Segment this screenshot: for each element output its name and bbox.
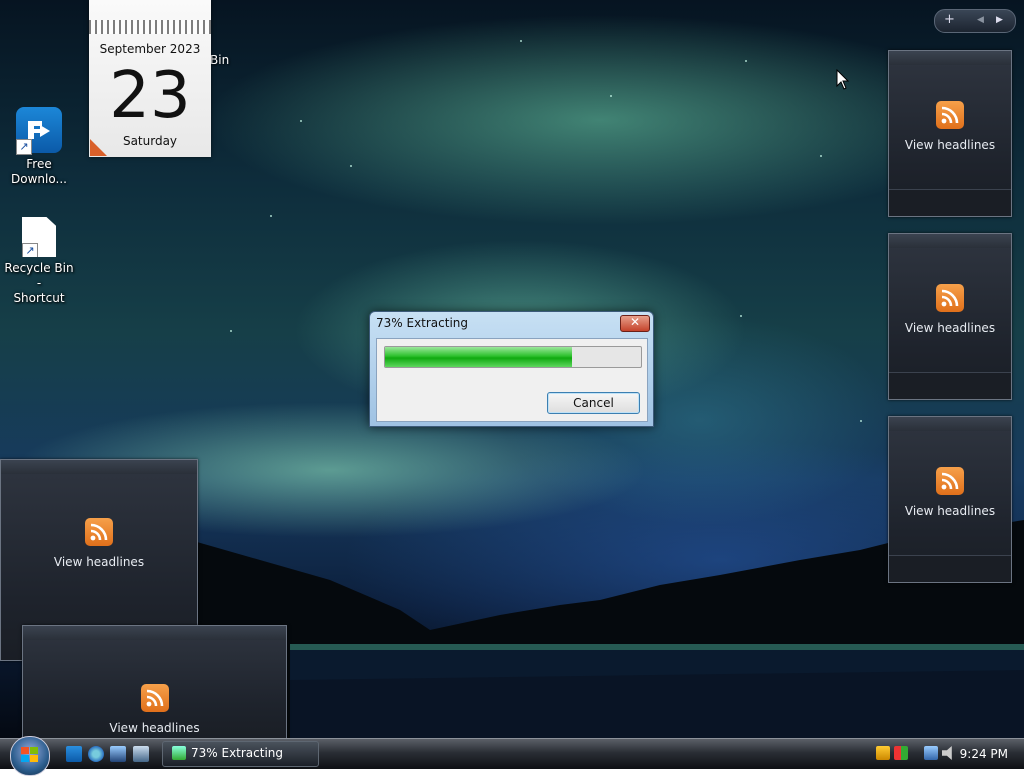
feed-headlines-gadget[interactable]: View headlines (22, 625, 287, 739)
taskbar-clock[interactable]: 9:24 PM (960, 747, 1008, 761)
view-headlines-label[interactable]: View headlines (23, 721, 286, 735)
close-icon: ✕ (629, 315, 641, 329)
view-headlines-label[interactable]: View headlines (889, 138, 1011, 152)
view-headlines-label[interactable]: View headlines (1, 555, 197, 569)
calendar-binding-rings (89, 20, 211, 34)
download-app-icon: ↗ (16, 107, 62, 155)
view-headlines-label[interactable]: View headlines (889, 504, 1011, 518)
extract-progress-dialog: 73% Extracting ✕ Cancel (369, 311, 654, 427)
system-tray: 9:24 PM (868, 742, 1024, 766)
taskbar-button-label: 73% Extracting (191, 746, 284, 760)
progress-bar-fill (385, 347, 572, 367)
windows-update-icon[interactable] (894, 746, 908, 760)
internet-explorer-icon[interactable] (88, 746, 104, 762)
calendar-weekday: Saturday (122, 134, 178, 148)
desktop-icon-label: Recycle Bin - Shortcut (4, 261, 74, 305)
dialog-close-button[interactable]: ✕ (620, 315, 650, 332)
desktop-icon-recycle-bin-shortcut[interactable]: ↗ Recycle Bin - Shortcut (1, 217, 77, 306)
rss-feed-icon (936, 467, 964, 495)
calendar-gadget[interactable]: September 2023 23 Saturday (89, 0, 211, 157)
taskbar-button-extracting[interactable]: 73% Extracting (162, 741, 319, 767)
calendar-month-year: September 2023 (99, 42, 201, 56)
dialog-title: 73% Extracting (376, 316, 469, 330)
quick-launch-download-icon[interactable] (66, 746, 82, 762)
document-icon: ↗ (22, 217, 56, 257)
start-button[interactable] (10, 736, 50, 776)
security-shield-icon[interactable] (876, 746, 890, 760)
sidebar-controls: + ◀ ▶ (934, 9, 1016, 33)
windows-logo-icon (21, 747, 38, 762)
rss-feed-icon (936, 101, 964, 129)
network-icon[interactable] (924, 746, 938, 760)
show-desktop-icon[interactable] (110, 746, 126, 762)
rss-feed-icon (936, 284, 964, 312)
switch-windows-icon[interactable] (133, 746, 149, 762)
taskbar: 73% Extracting 9:24 PM (0, 736, 1024, 776)
page-curl-icon[interactable] (90, 139, 107, 156)
shortcut-arrow-icon: ↗ (22, 243, 38, 257)
next-page-button[interactable]: ▶ (996, 15, 1003, 25)
desktop-icon-free-download[interactable]: ↗ Free Downlo... (1, 107, 77, 187)
archive-app-icon (172, 746, 186, 760)
feed-headlines-gadget[interactable]: View headlines (888, 233, 1012, 400)
feed-headlines-gadget[interactable]: View headlines (888, 50, 1012, 217)
add-gadget-button[interactable]: + (944, 12, 955, 27)
partially-hidden-icon-label: Bin (210, 53, 230, 67)
desktop-icon-label: Free Downlo... (11, 157, 67, 186)
view-headlines-label[interactable]: View headlines (889, 321, 1011, 335)
dialog-body: Cancel (376, 338, 648, 422)
previous-page-button[interactable]: ◀ (977, 15, 984, 25)
cancel-button[interactable]: Cancel (547, 392, 640, 414)
extract-progress-bar (384, 346, 642, 368)
mouse-cursor-icon (836, 69, 850, 90)
shortcut-arrow-icon: ↗ (16, 139, 32, 155)
rss-feed-icon (140, 684, 169, 712)
rss-feed-icon (85, 518, 113, 546)
calendar-day: 23 (109, 59, 191, 133)
volume-muted-icon[interactable] (942, 746, 952, 760)
feed-headlines-gadget[interactable]: View headlines (888, 416, 1012, 583)
